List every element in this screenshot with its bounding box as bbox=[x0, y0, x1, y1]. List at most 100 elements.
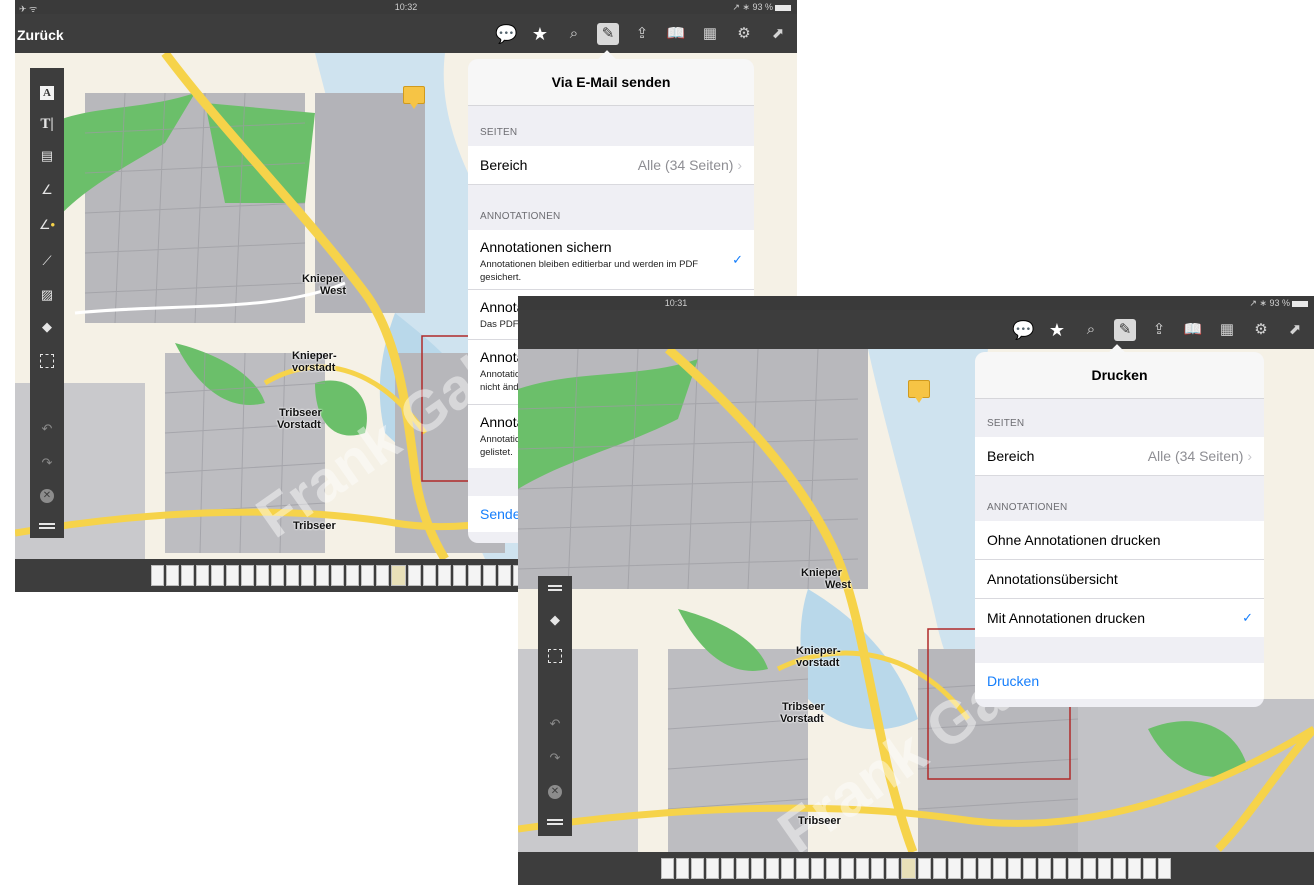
option-annotation-summary[interactable]: Annotationsübersicht bbox=[975, 560, 1264, 599]
page-thumbnail[interactable] bbox=[316, 565, 329, 586]
page-thumbnail[interactable] bbox=[751, 858, 764, 879]
drag-handle-icon[interactable] bbox=[30, 516, 64, 538]
page-thumbnail[interactable] bbox=[1128, 858, 1141, 879]
page-thumbnail[interactable] bbox=[391, 565, 406, 586]
page-thumbnail[interactable] bbox=[736, 858, 749, 879]
page-thumbnail[interactable] bbox=[826, 858, 839, 879]
page-thumbnail[interactable] bbox=[1068, 858, 1081, 879]
back-button[interactable]: Zurück bbox=[17, 27, 64, 43]
page-thumbnail[interactable] bbox=[271, 565, 284, 586]
page-thumbnail[interactable] bbox=[331, 565, 344, 586]
page-thumbnail[interactable] bbox=[886, 858, 899, 879]
page-thumbnail[interactable] bbox=[918, 858, 931, 879]
page-thumbnail[interactable] bbox=[453, 565, 466, 586]
page-thumbnail[interactable] bbox=[1008, 858, 1021, 879]
page-thumbnail[interactable] bbox=[706, 858, 719, 879]
highlighter-tool-icon[interactable]: ∠• bbox=[30, 214, 64, 236]
eraser-tool-icon[interactable]: ◆ bbox=[538, 609, 572, 631]
page-thumbnail[interactable] bbox=[211, 565, 224, 586]
page-thumbnail[interactable] bbox=[423, 565, 436, 586]
grid-icon[interactable]: ▦ bbox=[1216, 319, 1238, 341]
selection-tool-icon[interactable] bbox=[30, 349, 64, 371]
page-thumbnail[interactable] bbox=[286, 565, 299, 586]
page-thumbnail[interactable] bbox=[978, 858, 991, 879]
redo-icon[interactable]: ↷ bbox=[30, 452, 64, 474]
edit-icon[interactable]: ✎ bbox=[1114, 319, 1136, 341]
page-thumbnail[interactable] bbox=[1143, 858, 1156, 879]
text-tool-icon[interactable]: T| bbox=[30, 113, 64, 135]
page-thumbnail[interactable] bbox=[1113, 858, 1126, 879]
grid-icon[interactable]: ▦ bbox=[699, 23, 721, 45]
page-thumbnail[interactable] bbox=[241, 565, 254, 586]
page-thumbnail[interactable] bbox=[1098, 858, 1111, 879]
page-thumbnail[interactable] bbox=[361, 565, 374, 586]
page-thumbnail[interactable] bbox=[483, 565, 496, 586]
clear-icon[interactable]: ✕ bbox=[30, 484, 64, 506]
page-thumbnail[interactable] bbox=[376, 565, 389, 586]
page-thumbnail[interactable] bbox=[226, 565, 239, 586]
comments-icon[interactable]: 💬 bbox=[1012, 319, 1034, 341]
star-icon[interactable]: ★ bbox=[1046, 319, 1068, 341]
eraser-tool-icon[interactable]: ◆ bbox=[30, 316, 64, 338]
text-box-tool-icon[interactable] bbox=[538, 578, 572, 600]
page-thumbnail[interactable] bbox=[841, 858, 854, 879]
page-thumbnail[interactable] bbox=[346, 565, 359, 586]
page-thumbnail[interactable] bbox=[721, 858, 734, 879]
page-thumbnail[interactable] bbox=[1053, 858, 1066, 879]
page-thumbnail[interactable] bbox=[196, 565, 209, 586]
option-print-with-annotations[interactable]: Mit Annotationen drucken ✓ bbox=[975, 599, 1264, 637]
range-row[interactable]: Bereich Alle (34 Seiten) › bbox=[468, 146, 754, 185]
page-thumbnail[interactable] bbox=[1023, 858, 1036, 879]
page-thumbnail[interactable] bbox=[438, 565, 451, 586]
page-thumbnail[interactable] bbox=[408, 565, 421, 586]
text-box-tool-icon[interactable]: A bbox=[30, 81, 64, 103]
export-icon[interactable]: ⬈ bbox=[767, 23, 789, 45]
thumbnail-strip[interactable] bbox=[518, 858, 1314, 879]
page-thumbnail[interactable] bbox=[993, 858, 1006, 879]
comments-icon[interactable]: 💬 bbox=[495, 23, 517, 45]
comment-tool-icon[interactable]: ▤ bbox=[30, 145, 64, 167]
page-thumbnail[interactable] bbox=[856, 858, 869, 879]
page-thumbnail[interactable] bbox=[498, 565, 511, 586]
image-tool-icon[interactable]: ▨ bbox=[30, 284, 64, 306]
page-thumbnail[interactable] bbox=[661, 858, 674, 879]
book-icon[interactable]: 📖 bbox=[665, 23, 687, 45]
gear-icon[interactable]: ⚙ bbox=[1250, 319, 1272, 341]
page-thumbnail[interactable] bbox=[933, 858, 946, 879]
selection-tool-icon[interactable] bbox=[538, 644, 572, 666]
page-thumbnail[interactable] bbox=[871, 858, 884, 879]
search-icon[interactable]: ⌕ bbox=[563, 23, 585, 45]
page-thumbnail[interactable] bbox=[691, 858, 704, 879]
redo-icon[interactable]: ↷ bbox=[538, 747, 572, 769]
page-thumbnail[interactable] bbox=[781, 858, 794, 879]
option-save-annotations[interactable]: Annotationen sichern Annotationen bleibe… bbox=[468, 230, 754, 290]
page-thumbnail[interactable] bbox=[181, 565, 194, 586]
page-thumbnail[interactable] bbox=[796, 858, 809, 879]
option-print-without-annotations[interactable]: Ohne Annotationen drucken bbox=[975, 521, 1264, 560]
pen-tool-icon[interactable]: ∠ bbox=[30, 179, 64, 201]
page-thumbnail[interactable] bbox=[301, 565, 314, 586]
page-thumbnail[interactable] bbox=[901, 858, 916, 879]
page-thumbnail[interactable] bbox=[468, 565, 481, 586]
line-tool-icon[interactable]: ⟋ bbox=[30, 250, 64, 272]
page-thumbnail[interactable] bbox=[256, 565, 269, 586]
export-icon[interactable]: ⬈ bbox=[1284, 319, 1306, 341]
page-thumbnail[interactable] bbox=[1158, 858, 1171, 879]
page-thumbnail[interactable] bbox=[1038, 858, 1051, 879]
undo-icon[interactable]: ↶ bbox=[538, 713, 572, 735]
page-thumbnail[interactable] bbox=[1083, 858, 1096, 879]
page-thumbnail[interactable] bbox=[766, 858, 779, 879]
note-marker-icon[interactable] bbox=[908, 380, 930, 403]
page-thumbnail[interactable] bbox=[676, 858, 689, 879]
range-row[interactable]: Bereich Alle (34 Seiten) › bbox=[975, 437, 1264, 476]
page-thumbnail[interactable] bbox=[963, 858, 976, 879]
edit-icon[interactable]: ✎ bbox=[597, 23, 619, 45]
undo-icon[interactable]: ↶ bbox=[30, 418, 64, 440]
book-icon[interactable]: 📖 bbox=[1182, 319, 1204, 341]
share-icon[interactable]: ⇪ bbox=[631, 23, 653, 45]
gear-icon[interactable]: ⚙ bbox=[733, 23, 755, 45]
search-icon[interactable]: ⌕ bbox=[1080, 319, 1102, 341]
star-icon[interactable]: ★ bbox=[529, 23, 551, 45]
clear-icon[interactable]: ✕ bbox=[538, 780, 572, 802]
share-icon[interactable]: ⇪ bbox=[1148, 319, 1170, 341]
